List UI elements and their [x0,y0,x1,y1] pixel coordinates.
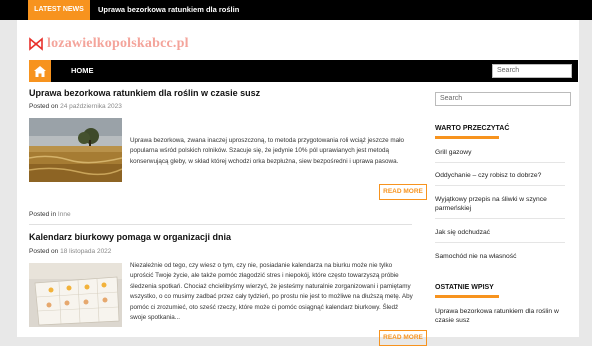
home-icon[interactable] [29,60,51,82]
header-search-input[interactable]: Search [492,64,572,78]
post-divider [29,224,412,225]
wheat-field-image [29,118,122,182]
nav-link-home[interactable]: HOME [71,60,94,82]
category-link[interactable]: Inne [58,211,71,218]
widget-title-underline [435,136,499,139]
house-glyph-icon [34,65,46,77]
post-title[interactable]: Uprawa bezorkowa ratunkiem dla roślin w … [29,88,260,98]
post-title[interactable]: Kalendarz biurkowy pomaga w organizacji … [29,232,231,242]
sidebar-search-input[interactable]: Search [435,92,571,106]
latest-news-label: LATEST NEWS [28,0,90,20]
widget-divider [435,185,565,186]
site-logo[interactable]: lozawielkopolskabcc.pl [29,36,189,52]
posted-in-label: Posted in [29,211,57,218]
widget-title-underline [435,295,499,298]
main-navigation: HOME Search [29,60,578,82]
recent-post-item[interactable]: Uprawa bezorkowa ratunkiem dla roślin w … [435,307,565,325]
widget-divider [435,242,565,243]
post-excerpt: Niezależnie od tego, czy wiesz o tym, cz… [130,262,413,322]
post-category: Posted in Inne [29,211,71,218]
posted-on-label: Posted on [29,103,59,110]
post-meta: Posted on 18 listopada 2022 [29,248,111,255]
post-thumbnail-desk-calendar[interactable] [29,263,122,327]
worth-reading-item[interactable]: Wyjątkowy przepis na śliwki w szynce par… [435,195,565,213]
widget-divider [435,162,565,163]
worth-reading-item[interactable]: Grill gazowy [435,148,565,157]
widget-title-recent-posts: OSTATNIE WPISY [435,284,494,291]
post-date[interactable]: 24 października 2023 [60,103,122,110]
widget-title-worth-reading: WARTO PRZECZYTAĆ [435,125,510,132]
posted-on-label: Posted on [29,248,59,255]
worth-reading-item[interactable]: Oddychanie – czy robisz to dobrze? [435,171,565,180]
bow-tie-logo-icon [29,37,43,51]
latest-news-headline[interactable]: Uprawa bezorkowa ratunkiem dla roślin [98,0,239,20]
widget-divider [435,218,565,219]
desk-calendar-image [29,263,122,327]
post-date[interactable]: 18 listopada 2022 [60,248,111,255]
worth-reading-item[interactable]: Jak się odchudzać [435,228,565,237]
site-name: lozawielkopolskabcc.pl [47,36,189,51]
read-more-button[interactable]: READ MORE [379,330,427,346]
page-container: lozawielkopolskabcc.pl HOME Search Upraw… [17,20,579,346]
post-meta: Posted on 24 października 2023 [29,103,122,110]
post-thumbnail-wheat-field[interactable] [29,118,122,182]
read-more-button[interactable]: READ MORE [379,184,427,200]
top-ticker-bar: LATEST NEWS Uprawa bezorkowa ratunkiem d… [0,0,592,20]
post-excerpt: Uprawa bezorkowa, zwana inaczej uproszcz… [130,137,405,165]
worth-reading-item[interactable]: Samochód nie na własność [435,252,565,261]
